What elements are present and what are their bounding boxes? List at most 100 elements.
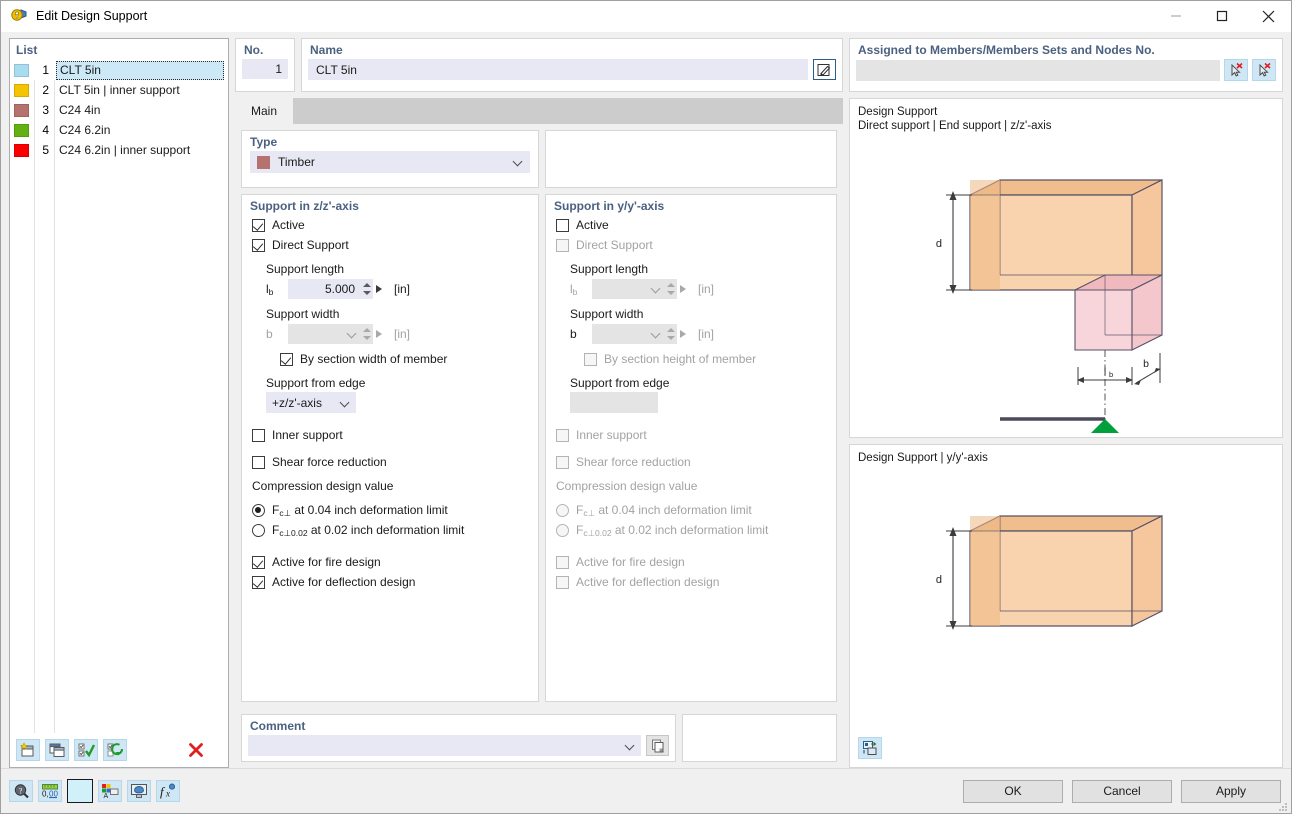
- list-item-label: C24 4in: [56, 102, 224, 119]
- cancel-button[interactable]: Cancel: [1072, 780, 1172, 803]
- support-y-width-row: b [in]: [570, 323, 836, 345]
- list-item[interactable]: 4 C24 6.2in: [10, 120, 228, 140]
- support-z-fire-row[interactable]: Active for fire design: [252, 552, 538, 572]
- support-z-deflection-row[interactable]: Active for deflection design: [252, 572, 538, 592]
- support-z-edge-dropdown[interactable]: +z/z'-axis: [266, 392, 356, 413]
- list-item-label: CLT 5in: [56, 61, 224, 80]
- info-button[interactable]: ?: [9, 780, 33, 802]
- support-z-length-play-icon[interactable]: [373, 279, 387, 299]
- support-z-length-unit: [in]: [394, 282, 410, 296]
- design-support-icon: [9, 6, 29, 26]
- list-item-label: CLT 5in | inner support: [56, 82, 224, 99]
- support-y-width-label: Support width: [570, 307, 836, 321]
- apply-button[interactable]: Apply: [1181, 780, 1281, 803]
- support-z-direct-row[interactable]: Direct Support: [252, 235, 538, 255]
- support-y-width-input: [592, 324, 677, 344]
- tab-main[interactable]: Main: [235, 98, 293, 124]
- support-z-bysection-checkbox[interactable]: [280, 353, 293, 366]
- support-z-active-row[interactable]: Active: [252, 215, 538, 235]
- support-z-bysection-row[interactable]: By section width of member: [280, 349, 538, 369]
- support-z-length-stepper[interactable]: [360, 279, 373, 299]
- support-z-width-unit: [in]: [394, 327, 410, 341]
- comment-library-button[interactable]: [646, 735, 669, 756]
- close-button[interactable]: [1245, 1, 1291, 31]
- ok-button[interactable]: OK: [963, 780, 1063, 803]
- name-group: Name CLT 5in: [301, 38, 843, 92]
- copy-item-button[interactable]: [45, 739, 69, 761]
- support-y-shear-checkbox: [556, 456, 569, 469]
- list-panel: List 1 CLT 5in 2 CLT 5in | inner support: [9, 38, 229, 768]
- support-z-length-value: 5.000: [288, 282, 360, 296]
- support-z-inner-checkbox[interactable]: [252, 429, 265, 442]
- support-z-bysection-label: By section width of member: [300, 352, 447, 366]
- units-button[interactable]: 0, 00: [38, 780, 62, 802]
- list-item[interactable]: 3 C24 4in: [10, 100, 228, 120]
- support-z-deflection-label: Active for deflection design: [272, 575, 415, 589]
- edit-name-button[interactable]: [813, 59, 836, 80]
- support-z-width-play-icon: [373, 324, 387, 344]
- support-z-fire-checkbox[interactable]: [252, 556, 265, 569]
- bottom-toolbar: ? 0, 00: [9, 779, 180, 803]
- support-y-direct-label: Direct Support: [576, 238, 653, 252]
- support-z-direct-checkbox[interactable]: [252, 239, 265, 252]
- support-y-bysection-label: By section height of member: [604, 352, 756, 366]
- support-y-inner-row: Inner support: [556, 425, 836, 445]
- comment-row: Comment: [241, 714, 837, 762]
- y-axis-column: Support in y/y'-axis Active Direct Suppo…: [545, 130, 837, 702]
- support-z-shear-row[interactable]: Shear force reduction: [252, 452, 538, 472]
- support-z-width-row: b [in]: [266, 323, 538, 345]
- window-controls: [1153, 1, 1291, 31]
- support-z-deflection-checkbox[interactable]: [252, 576, 265, 589]
- render-settings-button[interactable]: [858, 737, 882, 759]
- title-bar: Edit Design Support: [1, 1, 1291, 32]
- invert-selection-button[interactable]: [103, 739, 127, 761]
- support-z-length-symbol: lb: [266, 282, 288, 296]
- name-input[interactable]: CLT 5in: [308, 59, 808, 80]
- support-y-edge-label: Support from edge: [570, 376, 836, 390]
- new-item-button[interactable]: [16, 739, 40, 761]
- list-item[interactable]: 2 CLT 5in | inner support: [10, 80, 228, 100]
- pick-nodes-button[interactable]: [1252, 59, 1276, 81]
- list-item[interactable]: 1 CLT 5in: [10, 60, 228, 80]
- maximize-button[interactable]: [1199, 1, 1245, 31]
- type-dropdown[interactable]: Timber: [250, 151, 530, 173]
- support-y-compression-option-2: Fc⊥0.02 at 0.02 inch deformation limit: [556, 520, 836, 540]
- support-z-shear-label: Shear force reduction: [272, 455, 387, 469]
- assigned-input[interactable]: [856, 60, 1220, 81]
- tab-body: Type Timber Support in z/z'-axis: [235, 124, 843, 768]
- support-z-shear-checkbox[interactable]: [252, 456, 265, 469]
- select-all-button[interactable]: [74, 739, 98, 761]
- display-button[interactable]: [127, 780, 151, 802]
- support-y-active-checkbox[interactable]: [556, 219, 569, 232]
- delete-item-button[interactable]: [184, 739, 208, 761]
- support-z-fire-label: Active for fire design: [272, 555, 381, 569]
- support-z-length-input[interactable]: 5.000: [288, 279, 373, 299]
- support-z-active-checkbox[interactable]: [252, 219, 265, 232]
- support-y-length-input: [592, 279, 677, 299]
- list-header: List: [10, 39, 228, 60]
- support-z-length-row: lb 5.000 [in]: [266, 278, 538, 300]
- color-button[interactable]: [67, 779, 93, 803]
- pick-members-button[interactable]: [1224, 59, 1248, 81]
- right-side: No. 1 Name CLT 5in: [229, 32, 1291, 768]
- annotation-button[interactable]: A: [98, 780, 122, 802]
- resize-grip[interactable]: [1278, 801, 1288, 811]
- support-z-compression-radio-2[interactable]: [252, 524, 265, 537]
- support-z-active-label: Active: [272, 218, 305, 232]
- support-z-inner-row[interactable]: Inner support: [252, 425, 538, 445]
- support-z-compression-option-2[interactable]: Fc⊥0.02 at 0.02 inch deformation limit: [252, 520, 538, 540]
- formula-button[interactable]: f x: [156, 780, 180, 802]
- no-group: No. 1: [235, 38, 295, 92]
- support-y-deflection-checkbox: [556, 576, 569, 589]
- comment-input[interactable]: [248, 735, 641, 756]
- support-y-shear-label: Shear force reduction: [576, 455, 691, 469]
- minimize-button[interactable]: [1153, 1, 1199, 31]
- chevron-down-icon: [346, 324, 360, 344]
- support-z-compression-option-1[interactable]: Fc⊥ at 0.04 inch deformation limit: [252, 500, 538, 520]
- support-y-active-row[interactable]: Active: [556, 215, 836, 235]
- list-item[interactable]: 5 C24 6.2in | inner support: [10, 140, 228, 160]
- support-z-edge-label: Support from edge: [266, 376, 538, 390]
- svg-text:b: b: [1109, 370, 1113, 379]
- support-z-compression-option-2-label: Fc⊥0.02 at 0.02 inch deformation limit: [272, 523, 464, 537]
- support-z-compression-radio-1[interactable]: [252, 504, 265, 517]
